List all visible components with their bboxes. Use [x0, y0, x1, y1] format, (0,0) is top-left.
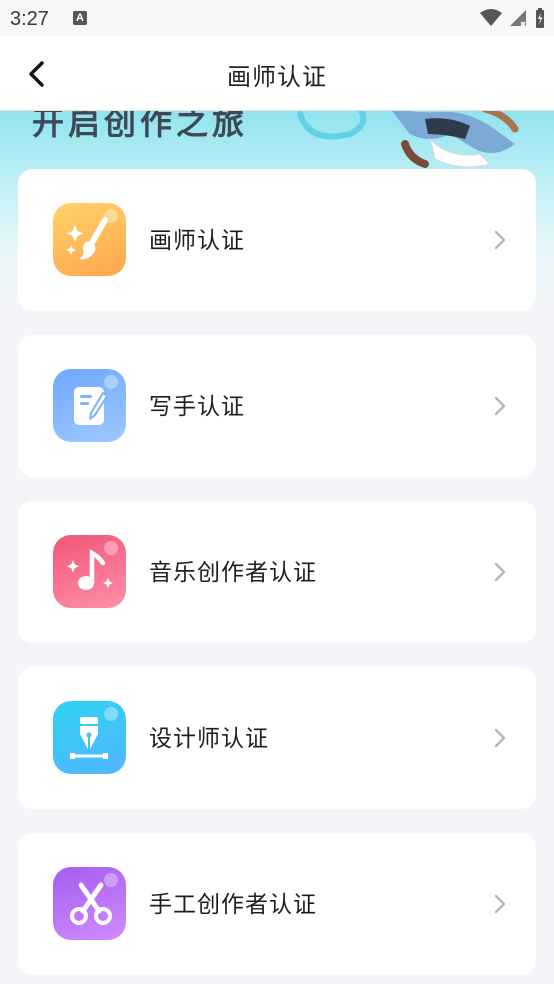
music-note-icon [53, 535, 126, 608]
paintbrush-sparkle-icon [53, 203, 126, 276]
system-icons [480, 7, 546, 29]
cell-signal-icon [510, 10, 526, 27]
banner-illustration [297, 110, 519, 168]
status-time: 3:27 [10, 8, 49, 30]
wifi-icon [480, 9, 502, 26]
page-title: 画师认证 [227, 63, 327, 91]
certification-item-handcraft[interactable]: 手工创作者认证 [18, 833, 536, 975]
chevron-right-icon [494, 562, 506, 582]
app-bar: 画师认证 [0, 36, 554, 111]
certification-label: 音乐创作者认证 [149, 560, 317, 586]
certification-item-artist[interactable]: 画师认证 [18, 169, 536, 311]
notification-icon: A [73, 11, 87, 25]
certification-label: 设计师认证 [149, 726, 269, 752]
chevron-right-icon [494, 396, 506, 416]
scissors-icon [53, 867, 126, 940]
certification-label: 手工创作者认证 [149, 892, 317, 918]
certification-item-writer[interactable]: 写手认证 [18, 335, 536, 477]
chevron-right-icon [494, 894, 506, 914]
certification-item-musician[interactable]: 音乐创作者认证 [18, 501, 536, 643]
pen-nib-icon [53, 701, 126, 774]
certification-label: 画师认证 [149, 228, 245, 254]
chevron-right-icon [494, 230, 506, 250]
document-pen-icon [53, 369, 126, 442]
banner-slogan: 开启创作之旅 [32, 110, 249, 142]
certification-item-designer[interactable]: 设计师认证 [18, 667, 536, 809]
certification-label: 写手认证 [149, 394, 245, 420]
battery-icon [536, 8, 544, 28]
status-bar: 3:27 A [0, 0, 554, 36]
chevron-right-icon [494, 728, 506, 748]
